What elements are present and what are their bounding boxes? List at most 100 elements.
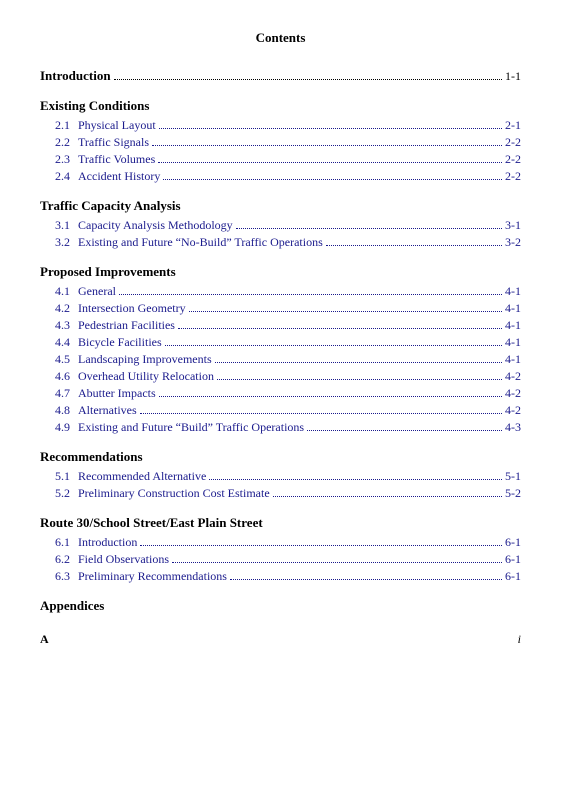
toc-dots (326, 245, 502, 246)
toc-page: 2-2 (505, 169, 521, 184)
section-heading-traffic: Traffic Capacity Analysis (40, 198, 521, 214)
toc-dots (209, 479, 502, 480)
section-heading-recommendations: Recommendations (40, 449, 521, 465)
toc-entry-3-1: 3.1 Capacity Analysis Methodology 3-1 (40, 218, 521, 233)
sub-entries-route30: 6.1 Introduction 6-1 6.2 Field Observati… (40, 535, 521, 584)
toc-dots (172, 562, 502, 563)
toc-number: 6.3 (40, 569, 78, 584)
toc-page: 6-1 (505, 569, 521, 584)
intro-label: Introduction (40, 68, 111, 84)
toc-number: 4.7 (40, 386, 78, 401)
toc-number: 4.8 (40, 403, 78, 418)
toc-label: Physical Layout (78, 118, 156, 133)
section-recommendations: Recommendations 5.1 Recommended Alternat… (40, 449, 521, 501)
section-appendices: Appendices (40, 598, 521, 614)
toc-page: 5-1 (505, 469, 521, 484)
toc-label: Recommended Alternative (78, 469, 206, 484)
toc-label: Traffic Signals (78, 135, 149, 150)
toc-dots (119, 294, 502, 295)
toc-dots (152, 145, 502, 146)
toc-page: 4-2 (505, 369, 521, 384)
toc-entry-2-1: 2.1 Physical Layout 2-1 (40, 118, 521, 133)
toc-dots (140, 413, 502, 414)
toc-entry-6-3: 6.3 Preliminary Recommendations 6-1 (40, 569, 521, 584)
toc-page: 3-2 (505, 235, 521, 250)
section-route30: Route 30/School Street/East Plain Street… (40, 515, 521, 584)
toc-page: 6-1 (505, 535, 521, 550)
toc-entry-2-4: 2.4 Accident History 2-2 (40, 169, 521, 184)
toc-label: Introduction (78, 535, 137, 550)
toc-dots (215, 362, 502, 363)
toc-entry-4-2: 4.2 Intersection Geometry 4-1 (40, 301, 521, 316)
toc-label: Preliminary Recommendations (78, 569, 227, 584)
toc-dots (158, 162, 502, 163)
toc-label: Alternatives (78, 403, 137, 418)
toc-label: Capacity Analysis Methodology (78, 218, 233, 233)
toc-entry-4-1: 4.1 General 4-1 (40, 284, 521, 299)
toc-entry-4-9: 4.9 Existing and Future “Build” Traffic … (40, 420, 521, 435)
toc-entry-4-8: 4.8 Alternatives 4-2 (40, 403, 521, 418)
toc-label: Intersection Geometry (78, 301, 186, 316)
toc-number: 2.4 (40, 169, 78, 184)
footer-right: i (518, 632, 521, 647)
toc-entry-4-6: 4.6 Overhead Utility Relocation 4-2 (40, 369, 521, 384)
toc-label: Traffic Volumes (78, 152, 155, 167)
toc-label: Pedestrian Facilities (78, 318, 175, 333)
toc-page: 4-1 (505, 352, 521, 367)
toc-page: 4-1 (505, 301, 521, 316)
toc-entry-5-1: 5.1 Recommended Alternative 5-1 (40, 469, 521, 484)
toc-page: 4-1 (505, 335, 521, 350)
toc-page: 4-2 (505, 403, 521, 418)
section-proposed: Proposed Improvements 4.1 General 4-1 4.… (40, 264, 521, 435)
section-heading-appendices: Appendices (40, 598, 521, 614)
footer-left: A (40, 632, 49, 647)
toc-number: 2.3 (40, 152, 78, 167)
toc-dots (163, 179, 502, 180)
toc-label: Overhead Utility Relocation (78, 369, 214, 384)
sub-entries-traffic: 3.1 Capacity Analysis Methodology 3-1 3.… (40, 218, 521, 250)
section-intro: Introduction 1-1 (40, 68, 521, 84)
toc-entry-4-4: 4.4 Bicycle Facilities 4-1 (40, 335, 521, 350)
toc-dots (178, 328, 502, 329)
toc-dots (165, 345, 502, 346)
toc-number: 3.2 (40, 235, 78, 250)
toc-dots (230, 579, 502, 580)
toc-page: 2-1 (505, 118, 521, 133)
toc-dots (140, 545, 502, 546)
toc-entry-5-2: 5.2 Preliminary Construction Cost Estima… (40, 486, 521, 501)
page-footer: A i (40, 632, 521, 647)
toc-label: Accident History (78, 169, 160, 184)
toc-page: 5-2 (505, 486, 521, 501)
toc-entry-4-3: 4.3 Pedestrian Facilities 4-1 (40, 318, 521, 333)
toc-page: 6-1 (505, 552, 521, 567)
toc-entry-4-5: 4.5 Landscaping Improvements 4-1 (40, 352, 521, 367)
sub-entries-recommendations: 5.1 Recommended Alternative 5-1 5.2 Prel… (40, 469, 521, 501)
toc-number: 6.1 (40, 535, 78, 550)
toc-dots (159, 396, 502, 397)
sub-entries-proposed: 4.1 General 4-1 4.2 Intersection Geometr… (40, 284, 521, 435)
toc-label: Existing and Future “Build” Traffic Oper… (78, 420, 304, 435)
section-traffic-capacity: Traffic Capacity Analysis 3.1 Capacity A… (40, 198, 521, 250)
toc-number: 4.3 (40, 318, 78, 333)
toc-entry-4-7: 4.7 Abutter Impacts 4-2 (40, 386, 521, 401)
toc-label: General (78, 284, 116, 299)
toc-number: 2.1 (40, 118, 78, 133)
toc-page: 3-1 (505, 218, 521, 233)
toc-number: 4.1 (40, 284, 78, 299)
toc-page: 4-1 (505, 318, 521, 333)
toc-dots (159, 128, 502, 129)
toc-number: 4.9 (40, 420, 78, 435)
intro-dots (114, 79, 502, 80)
toc-number: 2.2 (40, 135, 78, 150)
toc-label: Abutter Impacts (78, 386, 156, 401)
toc-page: 2-2 (505, 135, 521, 150)
sub-entries-existing: 2.1 Physical Layout 2-1 2.2 Traffic Sign… (40, 118, 521, 184)
toc-label: Bicycle Facilities (78, 335, 162, 350)
intro-entry: Introduction 1-1 (40, 68, 521, 84)
toc-dots (307, 430, 502, 431)
section-heading-route30: Route 30/School Street/East Plain Street (40, 515, 521, 531)
toc-number: 3.1 (40, 218, 78, 233)
section-heading-proposed: Proposed Improvements (40, 264, 521, 280)
intro-page: 1-1 (505, 69, 521, 84)
toc-label: Field Observations (78, 552, 169, 567)
